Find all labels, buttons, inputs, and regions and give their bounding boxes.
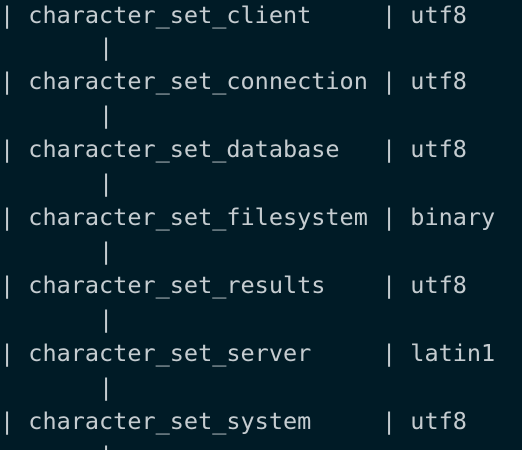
variable-row-filesystem: | character_set_filesystem | binary: [0, 203, 496, 231]
wrapped-cell-border: |: [0, 305, 114, 333]
terminal-window: | character_set_client | utf8 | | charac…: [0, 0, 522, 450]
variable-row-results: | character_set_results | utf8: [0, 271, 467, 299]
wrapped-cell-border: |: [0, 169, 114, 197]
variable-row-connection: | character_set_connection | utf8: [0, 67, 467, 95]
wrapped-cell-border: |: [0, 237, 114, 265]
wrapped-cell-border: |: [0, 440, 113, 450]
wrapped-cell-border: |: [0, 33, 114, 61]
wrapped-cell-border: |: [0, 373, 114, 401]
variable-row-client: | character_set_client | utf8: [0, 1, 467, 29]
variable-row-database: | character_set_database | utf8: [0, 135, 467, 163]
variable-row-system: | character_set_system | utf8: [0, 407, 467, 435]
wrapped-cell-border: |: [0, 101, 114, 129]
variable-row-server: | character_set_server | latin1: [0, 339, 496, 367]
